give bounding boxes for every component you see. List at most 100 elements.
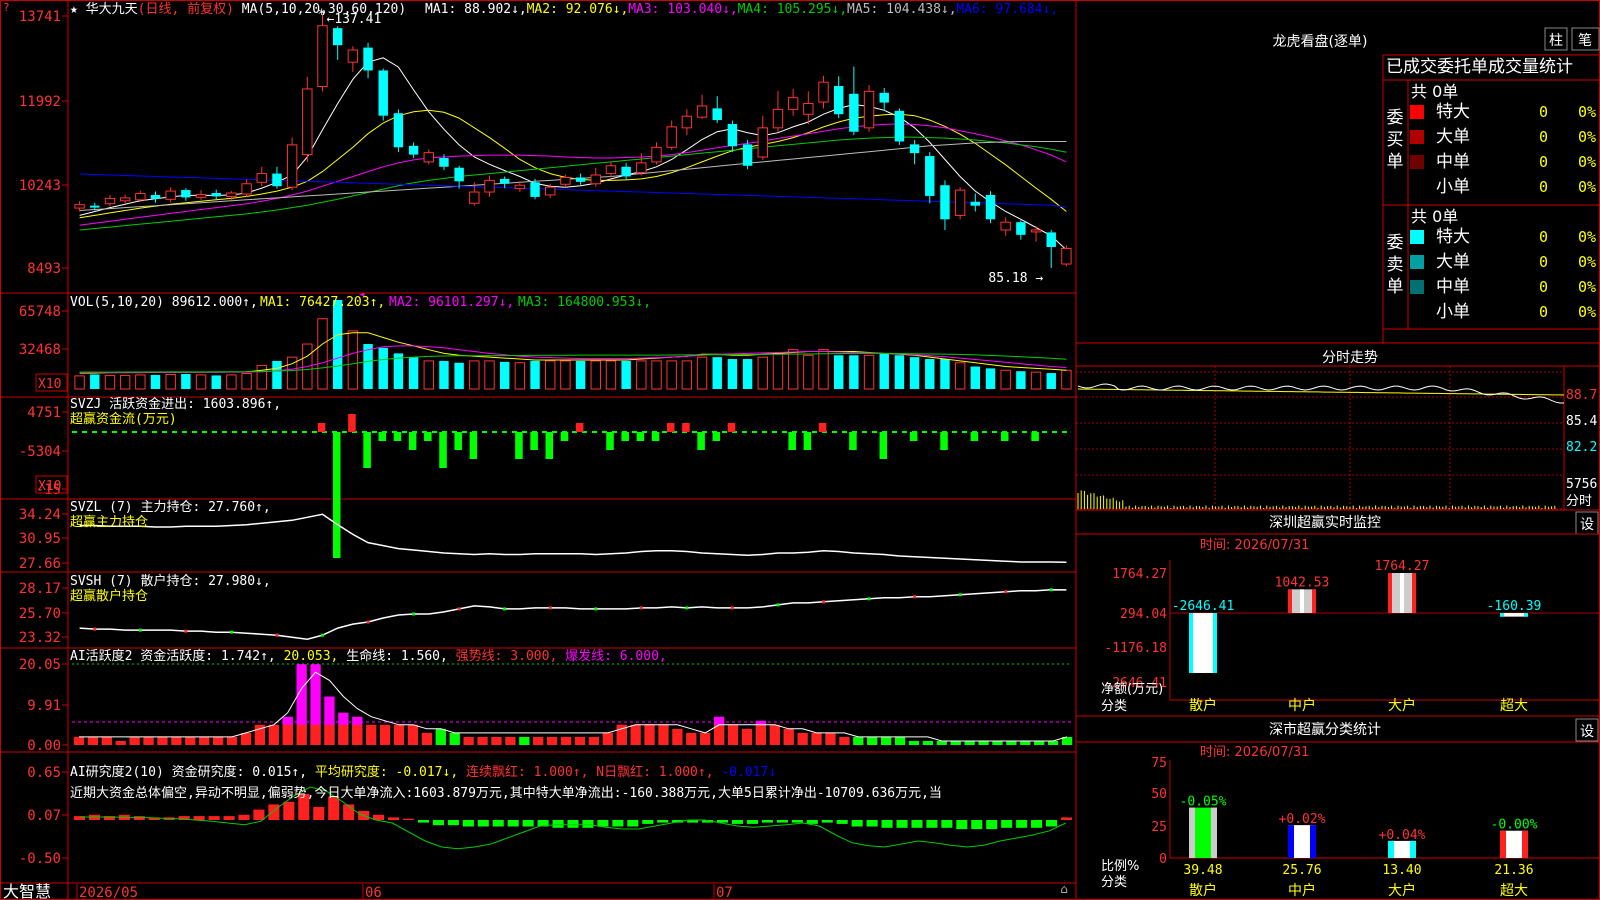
vol-ma-value: MA3: 164800.953↓, <box>518 295 651 310</box>
ai1-bar <box>407 724 419 745</box>
svsh-line <box>79 588 1067 640</box>
candle-down <box>272 173 282 187</box>
svzj-bar-in <box>682 423 690 432</box>
szmon-category: 中户 <box>1288 697 1316 714</box>
candle-up <box>74 204 85 209</box>
ai1-bar <box>546 736 558 745</box>
ai2-bar-neg <box>1031 820 1043 828</box>
buy-row-count: 0 <box>1539 153 1548 171</box>
vol-bar-up <box>954 362 966 390</box>
vol-unit: X10 <box>38 377 61 392</box>
vol-bar-down <box>727 359 738 389</box>
svsh-dot <box>184 629 188 633</box>
svzj-bar-out <box>621 432 629 441</box>
candle-down <box>363 47 373 71</box>
svsh-y-tick: 28.17 <box>19 581 61 597</box>
ai1-bar <box>811 732 822 745</box>
svzj-bar-out <box>606 432 614 450</box>
ai1-bar <box>505 736 516 745</box>
ai1-bar <box>129 736 140 745</box>
svzj-bar-out <box>788 432 796 450</box>
candle-down <box>393 113 404 148</box>
szcls-y-tick: 75 <box>1151 756 1167 771</box>
ai1-bar <box>115 740 126 745</box>
candle-up <box>302 88 313 156</box>
ai2-bar-pos <box>238 814 250 820</box>
svzj-bar-out <box>651 432 660 441</box>
ai2-summary: 近期大资金总体偏空,异动不明显,偏弱势,今日大单净流入:1603.879万元,其… <box>70 785 942 801</box>
candle-down <box>727 123 738 147</box>
buy-side-label: 单 <box>1387 152 1404 172</box>
candle-up <box>347 49 359 63</box>
ai2-bar-neg <box>731 820 744 824</box>
szmon-category: 散户 <box>1189 697 1217 714</box>
vol-bar-up <box>787 349 799 390</box>
candle-up <box>135 192 146 201</box>
buy-swatch <box>1410 155 1424 169</box>
buy-total: 共 0单 <box>1411 82 1458 101</box>
candle-down <box>1046 232 1056 247</box>
szcls-y-tick: 0 <box>1159 852 1167 867</box>
svsh-header: SVSH (7) 散户持仓: 27.980↓, <box>70 573 271 589</box>
ai1-bar <box>797 732 808 745</box>
low-label: 85.18 → <box>988 271 1043 286</box>
svsh-dot <box>685 606 689 610</box>
candle-up <box>787 97 799 110</box>
svzj-bar-out <box>560 432 569 441</box>
ma-line-ma2 <box>79 109 1067 219</box>
longhu-tabs: 已成交委托单成交量统计 <box>1386 57 1573 77</box>
szcls-value-label: 21.36 <box>1494 863 1533 878</box>
ai1-bar-base <box>338 724 349 745</box>
ai2-y-tick: -0.50 <box>19 851 61 867</box>
ma-value-MA6: MA6: 97.684↓, <box>956 2 1058 17</box>
svzj-bar-out <box>363 432 371 468</box>
svsh-dot <box>138 628 142 632</box>
szcls-bar-edge <box>1211 807 1217 858</box>
ma-line-ma3 <box>79 123 1067 226</box>
vol-bar-up <box>104 374 116 390</box>
szmon-time: 时间: 2026/07/31 <box>1200 538 1309 553</box>
ma-value-MA2: MA2: 92.076↓, <box>527 2 629 17</box>
ai2-bar-neg <box>1016 820 1028 828</box>
buy-swatch <box>1410 130 1424 144</box>
buy-row-count: 0 <box>1539 178 1548 196</box>
ai1-bar <box>978 740 989 745</box>
svsh-dot <box>366 620 370 624</box>
vol-bar-up <box>423 360 434 390</box>
candle-up <box>772 108 784 129</box>
chart-canvas[interactable]: 1374111992102438493←137.41*85.18 →★ 华大九天… <box>0 0 1600 900</box>
svzj-bar-out <box>803 432 812 450</box>
sell-row-count: 0 <box>1539 228 1548 246</box>
svzj-bar-in <box>727 423 736 432</box>
candle-up <box>1061 247 1072 265</box>
ai2-bar-neg <box>971 820 983 830</box>
vol-bar-up <box>757 356 768 390</box>
ai1-bar <box>87 736 99 745</box>
svsh-dot <box>93 627 97 631</box>
szcls-value-label: 13.40 <box>1382 863 1421 878</box>
vol-bar-up <box>666 360 677 390</box>
szmon-title: 深圳超赢实时监控 <box>1269 514 1381 531</box>
szmon-x-label: 分类 <box>1101 699 1127 714</box>
ai2-bar-neg <box>941 820 953 828</box>
svzj-bar-out <box>469 432 478 459</box>
szmon-value-label: -160.39 <box>1487 599 1542 614</box>
candle-down <box>621 166 631 177</box>
vol-bar-up <box>803 354 814 390</box>
ai2-bar-neg <box>746 820 758 824</box>
svzj-bar-out <box>332 432 341 558</box>
ai1-bar <box>839 736 850 745</box>
ai2-bar-neg <box>552 820 564 828</box>
ai2-bar-neg <box>582 820 594 828</box>
szcls-bar-edge <box>1310 825 1316 858</box>
vol-bar-down <box>985 368 996 389</box>
stock-terminal: 13741 11992 10243 8493 ←137.41 * 85.18 → ★ 华大九天… <box>0 0 1600 900</box>
buy-swatch <box>1410 105 1424 119</box>
ai1-bar <box>449 732 460 745</box>
ai1-bar <box>1006 740 1017 745</box>
candle-up <box>119 197 131 202</box>
szmon-bar-edge <box>1288 589 1292 613</box>
svzj-bar-out <box>1000 432 1009 441</box>
svzl-y-tick: 27.66 <box>19 556 61 572</box>
svsh-dot <box>867 597 871 601</box>
